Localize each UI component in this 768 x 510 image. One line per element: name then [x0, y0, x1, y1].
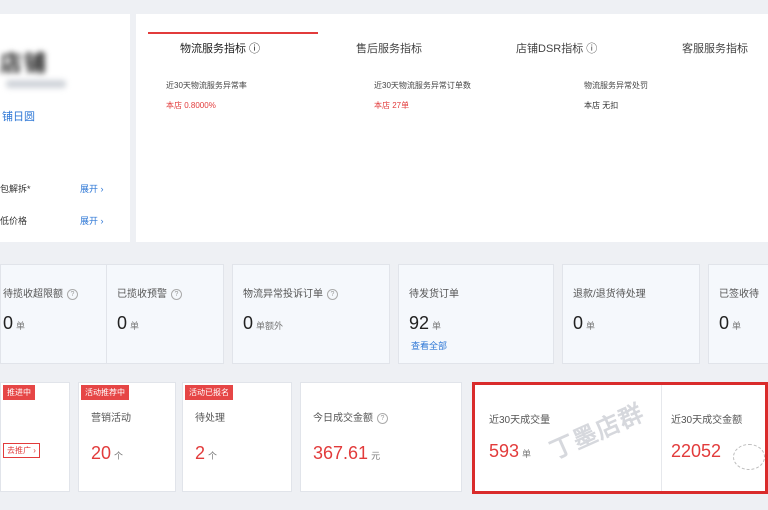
card-title-text: 待揽收超限额	[3, 289, 63, 300]
card-value-number: 92	[409, 313, 430, 333]
info-icon[interactable]: ?	[67, 288, 78, 300]
card-title: 待处理	[195, 413, 225, 424]
card-title-text: 物流异常投诉订单	[243, 289, 323, 300]
card-title: 已签收待	[719, 289, 759, 300]
metric-title: 物流服务异常处罚	[584, 81, 648, 90]
card-unit: 个	[208, 451, 218, 461]
card-unit: 单	[16, 321, 26, 331]
watermark-logo-icon	[733, 444, 765, 470]
tab-after-sales[interactable]: 售后服务指标	[356, 40, 422, 56]
card-value: 92 单	[409, 313, 441, 334]
card-value: 22052	[671, 441, 721, 462]
metric-exception-orders: 近30天物流服务异常订单数 本店 27单	[374, 80, 471, 111]
metric-value: 本店 无扣	[584, 101, 619, 110]
today-sales-card[interactable]: 今日成交金额? 367.61 元	[300, 382, 462, 492]
card-unit: 单	[522, 449, 532, 459]
card-title: 近30天成交金额	[671, 415, 743, 426]
card-value-number: 0	[243, 313, 254, 333]
metric-title: 近30天物流服务异常订单数	[374, 81, 471, 90]
card-title: 物流异常投诉订单?	[243, 285, 338, 300]
card-value-number: 22052	[671, 441, 722, 461]
card-title-text: 今日成交金额	[313, 413, 373, 424]
stat-card-refunds[interactable]: 退款/退货待处理 0单	[562, 264, 700, 364]
card-unit: 单	[732, 321, 742, 331]
card-value-number: 593	[489, 441, 520, 461]
card-title: 已揽收预警?	[117, 285, 182, 300]
card-title: 待发货订单	[409, 289, 459, 300]
metric-title: 近30天物流服务异常率	[166, 81, 247, 90]
marketing-activity-card[interactable]: 活动推荐中 营销活动 20 个	[78, 382, 176, 492]
card-value: 20 个	[91, 443, 123, 464]
card-value: 0 单额外	[243, 313, 283, 334]
pending-activity-card[interactable]: 活动已报名 待处理 2个	[182, 382, 292, 492]
stat-card-pickup-overdue[interactable]: 待揽收超限额? 0单	[0, 264, 108, 364]
metric-penalty: 物流服务异常处罚 本店 无扣	[584, 80, 648, 111]
card-title: 今日成交金额?	[313, 409, 388, 424]
info-icon[interactable]: ?	[377, 412, 388, 424]
left-row-label: 包解拆*	[0, 184, 31, 194]
card-value-number: 367.61	[313, 443, 369, 463]
card-value: 367.61 元	[313, 443, 380, 464]
card-title-text: 已揽收预警	[117, 289, 167, 300]
card-value: 593 单	[489, 441, 531, 462]
status-badge: 活动已报名	[185, 385, 233, 400]
shop-link[interactable]: 铺日圆	[2, 108, 35, 124]
card-value: 0单	[3, 313, 25, 334]
stat-card-signed[interactable]: 已签收待 0单	[708, 264, 768, 364]
card-title: 退款/退货待处理	[573, 289, 646, 300]
card-unit: 元	[371, 451, 381, 461]
card-value: 0单	[573, 313, 595, 334]
stat-card-logistics-complaints[interactable]: 物流异常投诉订单? 0 单额外	[232, 264, 390, 364]
stat-card-pending-shipment[interactable]: 待发货订单 92 单 查看全部	[398, 264, 554, 364]
card-value: 0单	[719, 313, 741, 334]
card-unit: 单额外	[256, 321, 284, 331]
card-title: 近30天成交量	[489, 415, 551, 426]
card-value: 0单	[117, 313, 139, 334]
card-value-number: 0	[573, 313, 584, 333]
shop-subtitle-blurred	[6, 80, 66, 88]
card-title: 待揽收超限额?	[3, 285, 78, 300]
metric-value: 本店 0.8000%	[166, 101, 216, 110]
view-all-link[interactable]: 查看全部	[411, 339, 447, 352]
status-badge: 活动推荐中	[81, 385, 129, 400]
expand-link[interactable]: 展开 ›	[80, 182, 104, 195]
shop-name-blurred: 店铺	[0, 51, 49, 76]
divider	[661, 385, 662, 491]
expand-link[interactable]: 展开 ›	[80, 214, 104, 227]
promo-card[interactable]: 推进中 去推广 ›	[0, 382, 70, 492]
card-value-number: 20	[91, 443, 112, 463]
card-value: 2个	[195, 443, 217, 464]
metric-exception-rate: 近30天物流服务异常率 本店 0.8000%	[166, 80, 247, 111]
service-metrics-panel: 物流服务指标 ⓘ 售后服务指标 店铺DSR指标 ⓘ 客服服务指标 近30天物流服…	[136, 14, 768, 242]
tab-logistics[interactable]: 物流服务指标 ⓘ	[180, 40, 260, 56]
tab-customer-service[interactable]: 客服服务指标	[682, 40, 748, 56]
card-title: 营销活动	[91, 413, 131, 424]
promote-button[interactable]: 去推广 ›	[3, 443, 40, 458]
info-icon[interactable]: ?	[327, 288, 338, 300]
card-value-number: 2	[195, 443, 206, 463]
status-badge: 推进中	[3, 385, 35, 400]
card-unit: 单	[130, 321, 140, 331]
card-value-number: 0	[3, 313, 14, 333]
left-row-label: 低价格	[0, 216, 28, 226]
card-value-number: 0	[117, 313, 128, 333]
card-unit: 单	[432, 321, 442, 331]
metric-value: 本店 27单	[374, 101, 410, 110]
shop-profile-panel: 店铺 铺日圆 包解拆* 展开 › 低价格 展开 ›	[0, 14, 130, 242]
card-unit: 个	[114, 451, 124, 461]
active-tab-indicator	[148, 32, 318, 34]
tab-dsr[interactable]: 店铺DSR指标 ⓘ	[516, 40, 597, 56]
card-unit: 单	[586, 321, 596, 331]
card-value-number: 0	[719, 313, 730, 333]
stat-card-pickup-warning[interactable]: 已揽收预警? 0单	[106, 264, 224, 364]
info-icon[interactable]: ?	[171, 288, 182, 300]
